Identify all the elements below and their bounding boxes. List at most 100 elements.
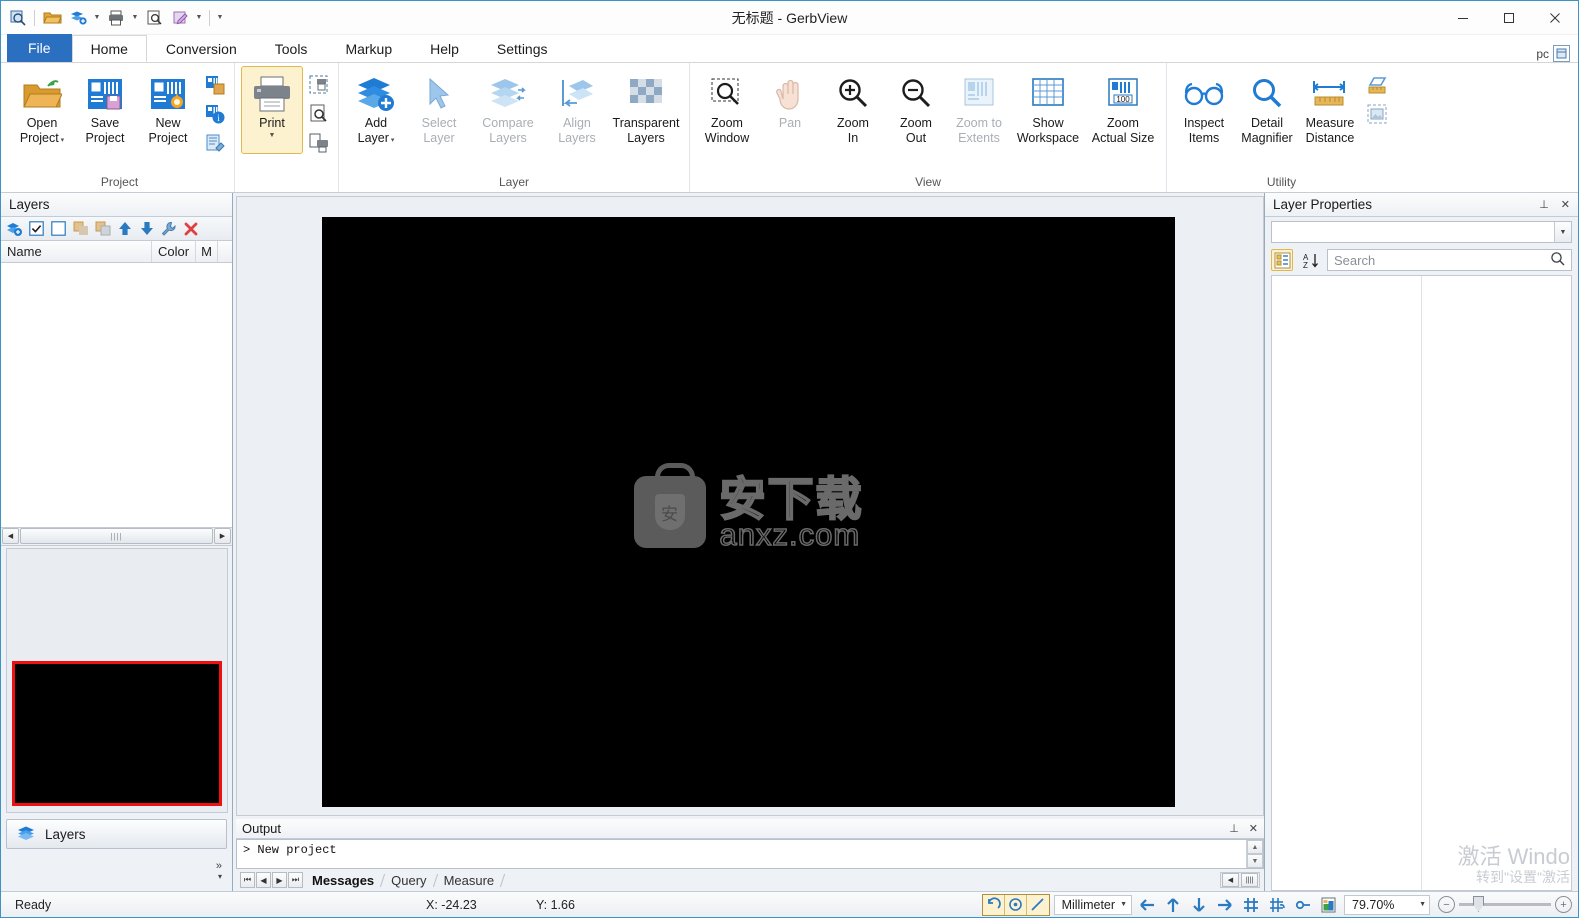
tab-help[interactable]: Help (411, 35, 478, 62)
add-layer-icon[interactable] (6, 220, 23, 237)
snapshot-icon[interactable] (1364, 101, 1390, 127)
chevron-down-icon[interactable]: ▼ (92, 14, 102, 21)
first-record-button[interactable]: ⏮ (240, 872, 255, 888)
panel-overflow-caret-icon[interactable]: ▾ (218, 872, 222, 881)
folder-open-icon[interactable] (40, 6, 64, 30)
center-snap-icon[interactable] (1004, 894, 1027, 915)
sort-az-icon[interactable]: A Z (1299, 249, 1321, 271)
chevron-down-icon[interactable]: ▼ (194, 14, 204, 21)
properties-pin-button[interactable]: ⊥ (1539, 198, 1549, 211)
chevron-down-icon[interactable]: ▼ (1419, 901, 1426, 908)
properties-search-box[interactable]: Search (1327, 249, 1572, 271)
panel-tab-layers[interactable]: Layers (6, 819, 227, 849)
print-preview-icon[interactable] (306, 101, 332, 127)
search-icon[interactable] (1550, 251, 1565, 269)
arrow-down-icon[interactable] (138, 220, 155, 237)
ribbon-button-zoom-actual-size[interactable]: 100 Zoom Actual Size (1086, 66, 1160, 154)
layer-preview-area[interactable] (6, 547, 228, 813)
ribbon-button-print[interactable]: Print ▼ (241, 66, 303, 154)
tab-settings[interactable]: Settings (478, 35, 567, 62)
print-setup-icon[interactable] (306, 130, 332, 156)
unit-selector[interactable]: Millimeter ▼ (1053, 894, 1132, 915)
zoom-in-button[interactable]: + (1555, 896, 1572, 913)
ribbon-button-inspect-items[interactable]: Inspect Items (1173, 66, 1235, 154)
ribbon-button-add-layer[interactable]: Add Layer ▾ (345, 66, 407, 154)
scroll-left-button[interactable]: ◀ (2, 528, 19, 544)
snap-grid-icon[interactable] (1266, 895, 1288, 915)
chevron-down-icon[interactable]: ▼ (130, 14, 140, 21)
image-icon[interactable] (1318, 895, 1340, 915)
checkbox-checked-icon[interactable] (28, 220, 45, 237)
ribbon-button-align-layers[interactable]: Align Layers (546, 66, 608, 154)
output-tabs-mini-scrollbar[interactable]: ◀ |||| (1220, 872, 1260, 888)
mini-scroll-left[interactable]: ◀ (1222, 873, 1239, 887)
chevron-down-icon[interactable]: ▾ (59, 137, 65, 144)
markup-icon[interactable] (168, 6, 192, 30)
last-record-button[interactable]: ⏭ (288, 872, 303, 888)
project-info-icon[interactable]: i (202, 101, 228, 127)
preview-thumbnail[interactable] (12, 661, 222, 806)
chevron-down-icon[interactable]: ▼ (269, 131, 276, 140)
measure-area-icon[interactable] (1364, 72, 1390, 98)
maximize-button[interactable] (1486, 1, 1532, 35)
column-header-name[interactable]: Name (1, 241, 152, 262)
close-button[interactable] (1532, 1, 1578, 35)
properties-close-button[interactable]: ✕ (1561, 198, 1570, 211)
layer-selector-combo[interactable]: ▼ (1271, 221, 1572, 243)
scroll-thumb[interactable]: |||| (20, 528, 213, 544)
grid-icon[interactable] (1240, 895, 1262, 915)
zoom-slider-knob[interactable] (1473, 896, 1484, 912)
column-header-m[interactable]: M (196, 241, 218, 262)
ribbon-button-zoom-to-extents[interactable]: Zoom to Extents (948, 66, 1010, 154)
ribbon-button-zoom-out[interactable]: Zoom Out (885, 66, 947, 154)
arrow-up-icon[interactable] (116, 220, 133, 237)
wrench-icon[interactable] (160, 220, 177, 237)
canvas-sheet[interactable]: 安 安下载 anxz.com (322, 217, 1175, 807)
print-selection-icon[interactable] (306, 72, 332, 98)
next-record-button[interactable]: ▶ (272, 872, 287, 888)
pan-down-icon[interactable] (1188, 895, 1210, 915)
drawing-canvas[interactable]: 安 安下载 anxz.com (236, 196, 1264, 816)
chevron-down-icon[interactable]: ▾ (389, 137, 395, 144)
print-preview-icon[interactable] (142, 6, 166, 30)
ribbon-button-pan[interactable]: Pan (759, 66, 821, 154)
ribbon-button-select-layer[interactable]: Select Layer (408, 66, 470, 154)
zoom-out-button[interactable]: − (1438, 896, 1455, 913)
panel-overflow-button[interactable]: » (216, 860, 222, 872)
ribbon-button-zoom-in[interactable]: Zoom In (822, 66, 884, 154)
project-properties-icon[interactable] (202, 72, 228, 98)
output-close-button[interactable]: ✕ (1249, 822, 1258, 835)
ribbon-button-detail-magnifier[interactable]: Detail Magnifier (1236, 66, 1298, 154)
scroll-down-button[interactable]: ▼ (1247, 854, 1263, 868)
properties-grid[interactable] (1271, 275, 1572, 891)
output-tab-query[interactable]: Query (383, 870, 434, 890)
ribbon-button-transparent-layers[interactable]: Transparent Layers (609, 66, 683, 154)
zoom-slider-track[interactable] (1459, 896, 1551, 912)
ribbon-button-show-workspace[interactable]: Show Workspace (1011, 66, 1085, 154)
arc-icon[interactable] (982, 894, 1005, 915)
edit-notes-icon[interactable] (202, 130, 228, 156)
column-header-color[interactable]: Color (152, 241, 196, 262)
origin-icon[interactable] (1292, 895, 1314, 915)
add-layer-icon[interactable] (66, 6, 90, 30)
merge-layers-icon[interactable] (72, 220, 89, 237)
output-tab-messages[interactable]: Messages (304, 870, 382, 890)
printer-icon[interactable] (104, 6, 128, 30)
tab-tools[interactable]: Tools (256, 35, 327, 62)
categorized-icon[interactable] (1271, 249, 1293, 271)
line-snap-icon[interactable] (1026, 894, 1049, 915)
gerbview-app-icon[interactable] (5, 6, 29, 30)
pan-right-icon[interactable] (1214, 895, 1236, 915)
output-pin-button[interactable]: ⊥ (1229, 822, 1239, 835)
tab-markup[interactable]: Markup (326, 35, 411, 62)
mini-scroll-thumb[interactable]: |||| (1241, 873, 1258, 887)
chevron-down-icon[interactable]: ▼ (1554, 222, 1571, 242)
checkbox-empty-icon[interactable] (50, 220, 67, 237)
ribbon-display-options-icon[interactable] (1553, 45, 1570, 62)
zoom-slider[interactable]: − + (1434, 896, 1572, 913)
prev-record-button[interactable]: ◀ (256, 872, 271, 888)
ribbon-button-compare-layers[interactable]: Compare Layers (471, 66, 545, 154)
tab-file[interactable]: File (7, 34, 72, 62)
output-body[interactable]: > New project ▲ ▼ (236, 839, 1264, 869)
chevron-down-icon[interactable]: ▼ (1120, 901, 1127, 908)
